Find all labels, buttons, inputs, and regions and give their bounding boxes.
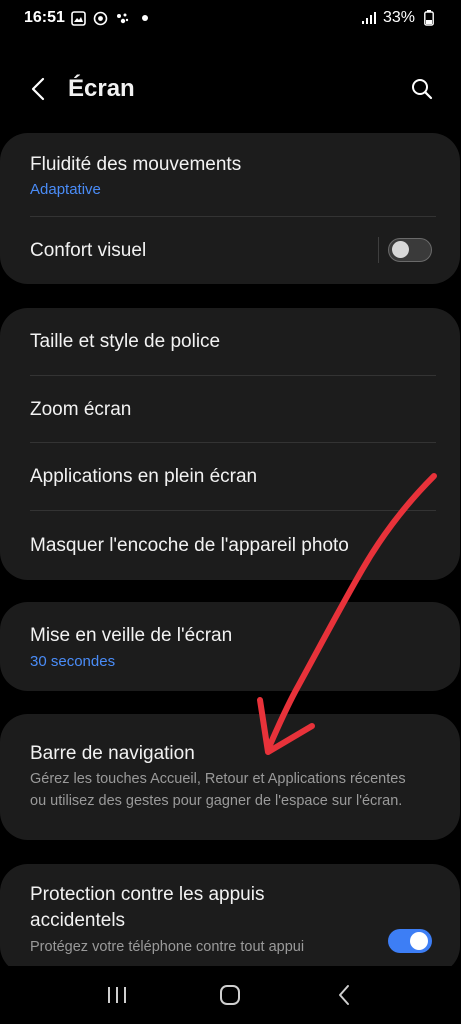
home-icon <box>220 985 241 1005</box>
home-button[interactable] <box>210 975 250 1015</box>
accidental-touch-card: Protection contre les appuis accidentels… <box>0 864 460 974</box>
recents-button[interactable] <box>97 975 137 1015</box>
font-size-style-title: Taille et style de police <box>30 331 221 353</box>
search-button[interactable] <box>407 74 437 104</box>
screen-zoom-row[interactable]: Zoom écran <box>0 376 460 443</box>
navigation-bar-card: Barre de navigation Gérez les touches Ac… <box>0 714 460 840</box>
eye-comfort-row[interactable]: Confort visuel <box>0 217 460 284</box>
motion-smoothness-row[interactable]: Fluidité des mouvements Adaptative <box>0 133 460 217</box>
app-header: Écran <box>0 60 461 118</box>
signal-icon <box>361 10 377 26</box>
screen-timeout-value: 30 secondes <box>30 652 116 670</box>
accidental-touch-row[interactable]: Protection contre les appuis accidentels… <box>0 864 460 974</box>
screen-timeout-title: Mise en veille de l'écran <box>30 625 233 647</box>
accidental-touch-description: Protégez votre téléphone contre tout app… <box>30 939 305 956</box>
eye-comfort-toggle[interactable] <box>388 238 432 262</box>
accidental-touch-toggle[interactable] <box>388 929 432 953</box>
fullscreen-apps-row[interactable]: Applications en plein écran <box>0 443 460 511</box>
screen-timeout-row[interactable]: Mise en veille de l'écran 30 secondes <box>0 602 460 691</box>
screen-zoom-title: Zoom écran <box>30 398 132 420</box>
camera-cutout-row[interactable]: Masquer l'encoche de l'appareil photo <box>0 511 460 580</box>
page-title: Écran <box>68 75 135 102</box>
navigation-bar-title: Barre de navigation <box>30 743 195 765</box>
navigation-bar-description: Gérez les touches Accueil, Retour et App… <box>30 771 406 809</box>
camera-cutout-title: Masquer l'encoche de l'appareil photo <box>30 534 349 556</box>
clock: 16:51 <box>24 9 65 26</box>
assistant-icon <box>115 10 131 26</box>
battery-percent: 33% <box>382 9 415 26</box>
accidental-touch-title: Protection contre les appuis accidentels <box>30 884 265 931</box>
back-icon <box>339 985 350 1005</box>
motion-comfort-card: Fluidité des mouvements Adaptative Confo… <box>0 133 460 284</box>
notification-dot-icon <box>137 10 153 26</box>
gallery-icon <box>71 10 87 26</box>
recents-icon <box>107 987 126 1003</box>
font-size-style-row[interactable]: Taille et style de police <box>0 308 460 376</box>
font-display-card: Taille et style de police Zoom écran App… <box>0 308 460 580</box>
back-button[interactable] <box>24 75 52 103</box>
search-icon <box>412 79 433 100</box>
toggle-knob <box>410 932 428 950</box>
motion-smoothness-title: Fluidité des mouvements <box>30 153 242 175</box>
sync-icon <box>93 10 109 26</box>
toggle-knob <box>392 241 409 258</box>
screen-timeout-card: Mise en veille de l'écran 30 secondes <box>0 602 460 691</box>
status-bar: 16:51 33% <box>0 0 461 36</box>
back-nav-button[interactable] <box>324 975 364 1015</box>
battery-icon <box>421 10 437 26</box>
system-navigation-bar <box>0 966 461 1024</box>
motion-smoothness-value: Adaptative <box>30 181 101 199</box>
eye-comfort-title: Confort visuel <box>30 239 147 261</box>
chevron-left-icon <box>31 77 45 101</box>
row-separator <box>378 237 379 263</box>
status-left: 16:51 <box>24 9 153 27</box>
status-right: 33% <box>361 9 437 27</box>
navigation-bar-row[interactable]: Barre de navigation Gérez les touches Ac… <box>0 714 460 840</box>
fullscreen-apps-title: Applications en plein écran <box>30 466 258 488</box>
